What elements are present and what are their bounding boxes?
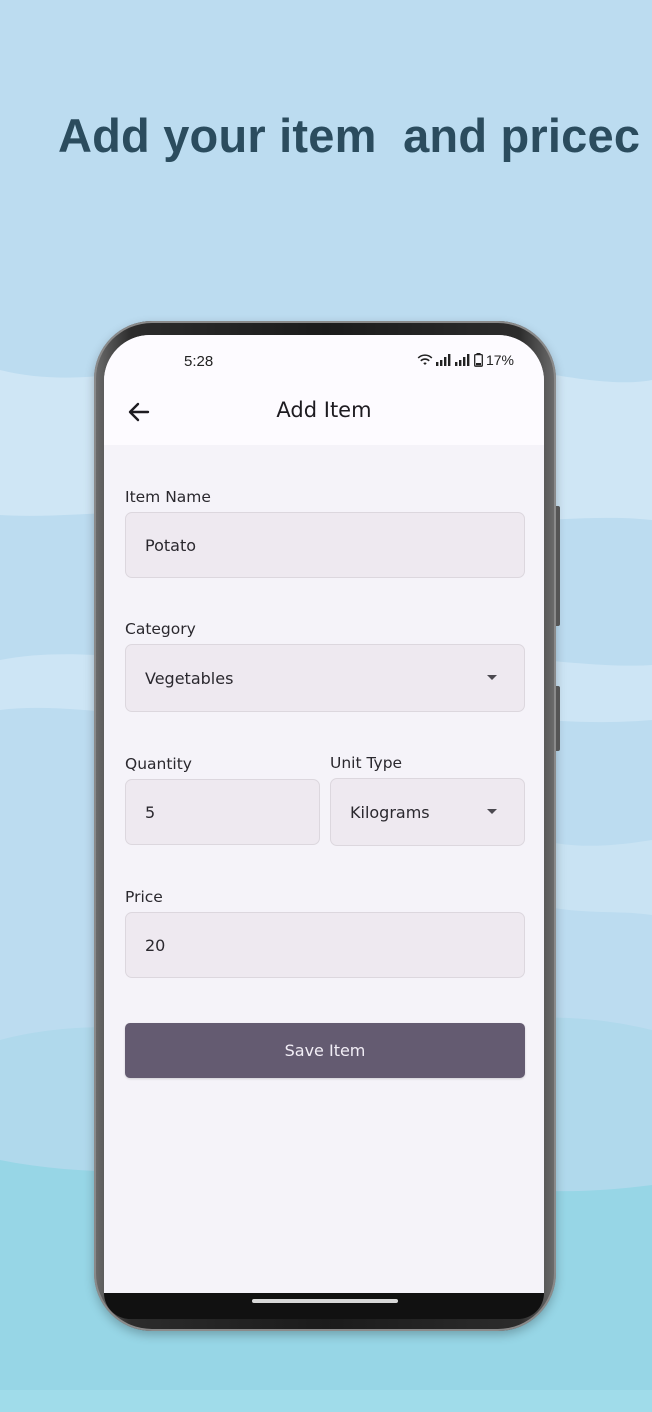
battery-percent: 17% bbox=[485, 352, 514, 368]
phone-screen: 5:28 17% Add Item Item Name Potato Categ… bbox=[104, 335, 544, 1293]
phone-frame: 5:28 17% Add Item Item Name Potato Categ… bbox=[94, 321, 560, 1331]
item-name-value: Potato bbox=[145, 535, 197, 555]
headline: Add your item and pricec bbox=[58, 109, 641, 162]
system-nav-bar bbox=[104, 1293, 544, 1319]
unit-type-value: Kilograms bbox=[350, 802, 430, 822]
phone-power-button bbox=[556, 686, 560, 751]
battery-icon bbox=[474, 353, 483, 367]
category-value: Vegetables bbox=[145, 668, 234, 688]
dropdown-arrow-icon bbox=[487, 809, 497, 814]
quantity-value: 5 bbox=[145, 802, 156, 822]
item-name-input[interactable]: Potato bbox=[125, 512, 525, 578]
status-bar: 5:28 17% bbox=[104, 335, 544, 379]
wifi-icon bbox=[417, 354, 433, 365]
unit-type-dropdown[interactable]: Kilograms bbox=[330, 778, 525, 846]
category-label: Category bbox=[125, 620, 196, 638]
page-title: Add Item bbox=[276, 398, 372, 422]
unit-type-label: Unit Type bbox=[330, 754, 403, 772]
status-icons: 17% bbox=[417, 352, 514, 368]
signal-icon-2 bbox=[454, 354, 470, 366]
quantity-input[interactable]: 5 bbox=[125, 779, 320, 845]
home-indicator[interactable] bbox=[252, 1299, 398, 1303]
app-bar: Add Item bbox=[104, 379, 544, 445]
price-value: 20 bbox=[145, 935, 166, 955]
status-time: 5:28 bbox=[184, 353, 214, 370]
price-input[interactable]: 20 bbox=[125, 912, 525, 978]
item-name-label: Item Name bbox=[125, 488, 211, 506]
dropdown-arrow-icon bbox=[487, 675, 497, 680]
quantity-label: Quantity bbox=[125, 755, 192, 773]
signal-icon bbox=[435, 354, 451, 366]
save-item-button[interactable]: Save Item bbox=[125, 1023, 525, 1078]
phone-volume-button bbox=[556, 506, 560, 626]
category-dropdown[interactable]: Vegetables bbox=[125, 644, 525, 712]
price-label: Price bbox=[125, 888, 163, 906]
